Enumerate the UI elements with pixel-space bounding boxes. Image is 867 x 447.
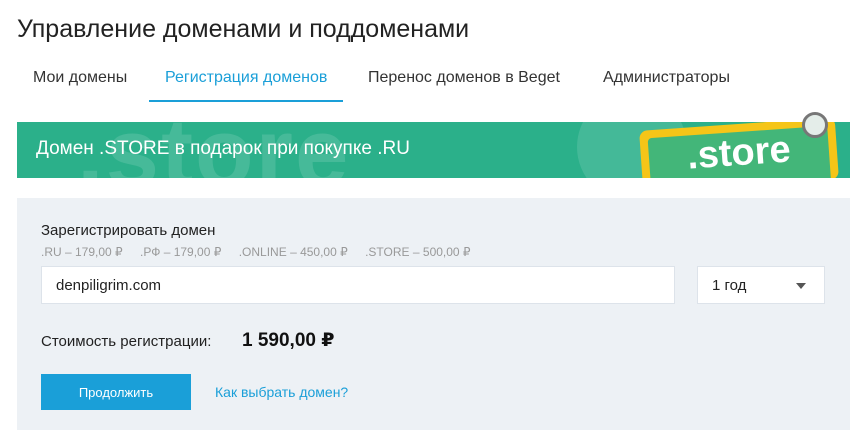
badge-pin-icon bbox=[802, 112, 828, 138]
continue-button[interactable]: Продолжить bbox=[41, 374, 191, 410]
price-list: .RU – 179,00 ₽ .РФ – 179,00 ₽ .ONLINE – … bbox=[41, 245, 485, 259]
cost-label: Стоимость регистрации: bbox=[41, 333, 212, 350]
register-label: Зарегистрировать домен bbox=[41, 222, 216, 239]
tab-bar: Мои домены Регистрация доменов Перенос д… bbox=[17, 58, 850, 102]
promo-banner[interactable]: .store Домен .STORE в подарок при покупк… bbox=[17, 122, 850, 178]
tab-domain-transfer[interactable]: Перенос доменов в Beget bbox=[352, 58, 576, 100]
tab-administrators[interactable]: Администраторы bbox=[587, 58, 746, 100]
price-store: .STORE – 500,00 ₽ bbox=[365, 245, 471, 259]
chevron-down-icon bbox=[796, 283, 806, 289]
cost-value: 1 590,00 ₽ bbox=[242, 330, 335, 351]
domain-input[interactable] bbox=[41, 266, 675, 304]
page-title: Управление доменами и поддоменами bbox=[17, 15, 470, 43]
banner-text: Домен .STORE в подарок при покупке .RU bbox=[36, 138, 410, 159]
tab-domain-registration[interactable]: Регистрация доменов bbox=[149, 58, 344, 102]
store-badge-label: .store bbox=[647, 125, 832, 178]
how-to-choose-domain-link[interactable]: Как выбрать домен? bbox=[215, 384, 348, 400]
price-ru: .RU – 179,00 ₽ bbox=[41, 245, 123, 259]
price-rf: .РФ – 179,00 ₽ bbox=[140, 245, 222, 259]
period-value: 1 год bbox=[712, 277, 747, 294]
register-panel: Зарегистрировать домен .RU – 179,00 ₽ .Р… bbox=[17, 198, 850, 430]
price-online: .ONLINE – 450,00 ₽ bbox=[238, 245, 348, 259]
tab-my-domains[interactable]: Мои домены bbox=[17, 58, 143, 100]
period-select[interactable]: 1 год bbox=[697, 266, 825, 304]
